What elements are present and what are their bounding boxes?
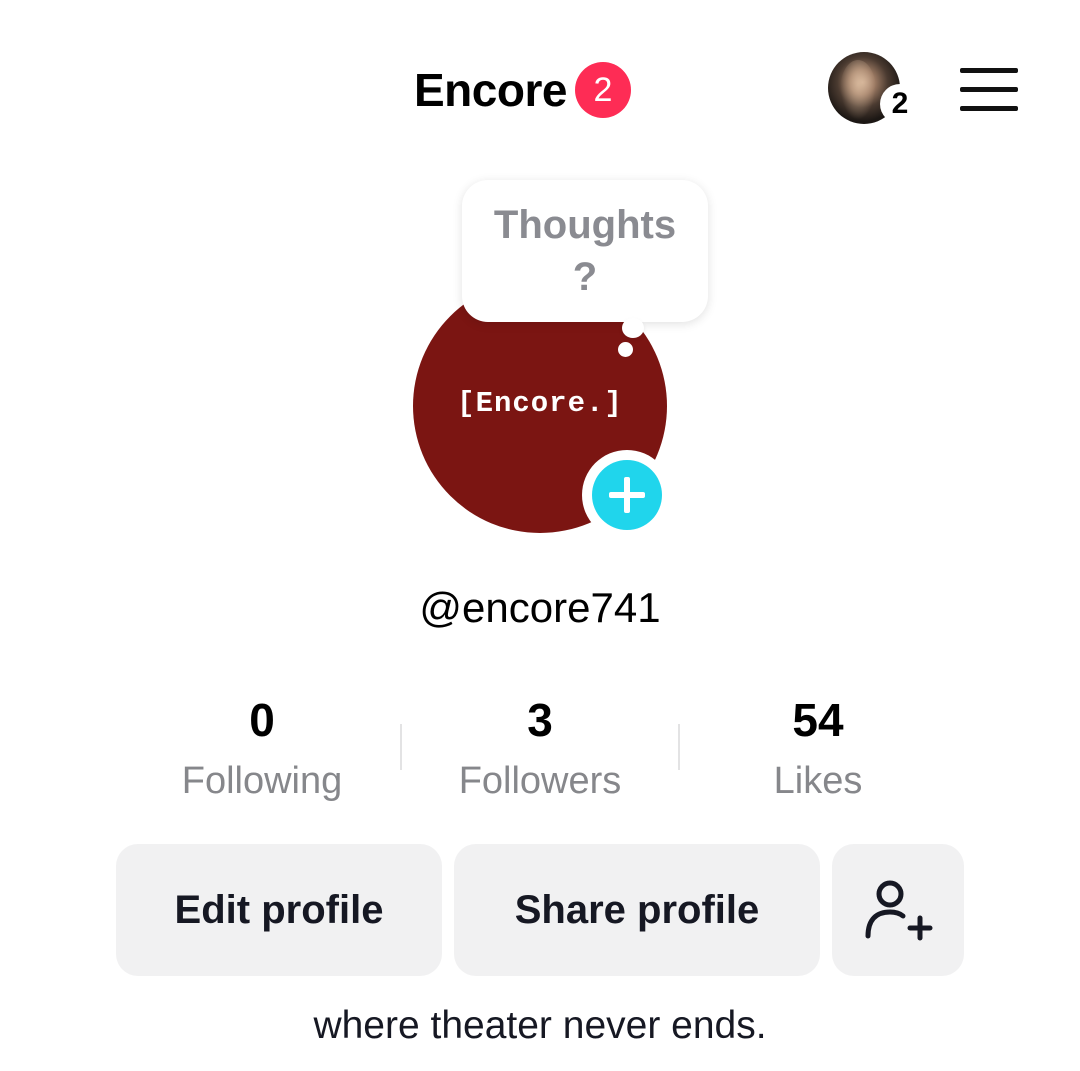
username: @encore741	[419, 584, 661, 631]
bubble-tail-dot-small	[618, 342, 633, 357]
edit-profile-label: Edit profile	[174, 887, 384, 932]
account-switcher[interactable]: Encore 2	[414, 62, 631, 118]
plus-icon	[592, 460, 662, 530]
share-profile-button[interactable]: Share profile	[454, 844, 820, 976]
stat-followers[interactable]: 3 Followers	[400, 690, 680, 806]
thoughts-bubble[interactable]: Thoughts ?	[462, 180, 708, 322]
edit-profile-button[interactable]: Edit profile	[116, 844, 442, 976]
thoughts-bubble-text: Thoughts ?	[493, 203, 677, 299]
bubble-tail-dot	[622, 318, 644, 338]
add-friend-button[interactable]	[832, 844, 964, 976]
stat-value: 3	[527, 694, 553, 746]
stat-value: 0	[249, 694, 275, 746]
stat-label: Likes	[773, 760, 863, 802]
top-bar: Encore 2 2	[0, 0, 1080, 180]
stat-label: Followers	[458, 760, 622, 802]
hamburger-menu-icon[interactable]	[960, 66, 1020, 112]
stat-following[interactable]: 0 Following	[122, 690, 402, 806]
avatar-logo-text: [Encore.]	[457, 387, 623, 420]
add-friend-icon	[865, 880, 933, 941]
stat-label: Following	[181, 760, 343, 802]
profile-bio: where theater never ends.	[313, 1004, 767, 1047]
profile-stats: 0 Following 3 Followers 54 Likes	[122, 690, 958, 820]
stat-likes[interactable]: 54 Likes	[678, 690, 958, 806]
account-title: Encore	[414, 64, 567, 116]
account-count-badge: 2	[880, 84, 920, 124]
add-avatar-button[interactable]	[582, 450, 672, 540]
share-profile-label: Share profile	[514, 887, 760, 932]
stat-value: 54	[792, 694, 844, 746]
notification-badge: 2	[574, 62, 631, 118]
